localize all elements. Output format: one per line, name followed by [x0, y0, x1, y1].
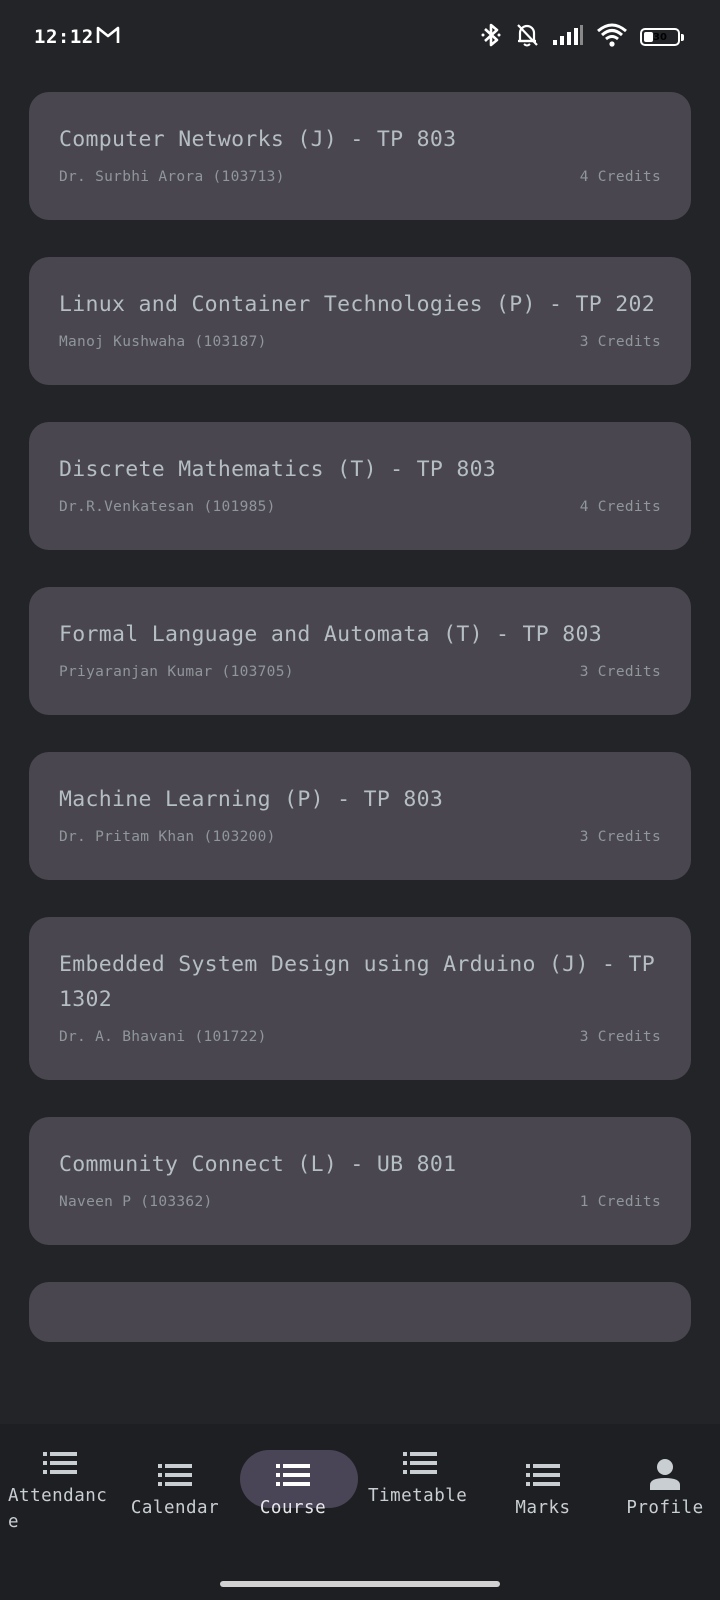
course-list[interactable]: Computer Networks (J) - TP 803 Dr. Surbh…	[29, 92, 691, 1394]
course-credits: 3 Credits	[579, 1029, 661, 1045]
course-title: Formal Language and Automata (T) - TP 80…	[59, 622, 603, 647]
list-icon	[403, 1452, 437, 1478]
course-credits: 3 Credits	[579, 664, 661, 680]
nav-item-marks[interactable]: Marks	[483, 1424, 603, 1564]
course-title: Linux and Container Technologies (P) - T…	[59, 292, 655, 317]
course-instructor: Dr. Pritam Khan (103200)	[59, 829, 276, 845]
course-instructor: Dr.R.Venkatesan (101985)	[59, 499, 276, 515]
course-card[interactable]: Embedded System Design using Arduino (J)…	[29, 917, 691, 1080]
nav-label-calendar: Calendar	[130, 1498, 220, 1518]
muted-bell-icon	[514, 22, 540, 52]
course-title: Computer Networks (J) - TP 803	[59, 127, 457, 152]
course-instructor: Manoj Kushwaha (103187)	[59, 334, 267, 350]
course-instructor: Dr. Surbhi Arora (103713)	[59, 169, 285, 185]
status-bar: 12:12 30	[0, 0, 720, 76]
course-credits: 4 Credits	[579, 499, 661, 515]
battery-icon: 30	[640, 28, 684, 46]
person-icon	[649, 1458, 681, 1494]
course-card[interactable]: Formal Language and Automata (T) - TP 80…	[29, 587, 691, 715]
nav-label-attendance: Attendance	[8, 1486, 108, 1532]
wifi-icon	[596, 22, 628, 52]
list-icon	[158, 1464, 192, 1490]
nav-label-marks: Marks	[515, 1498, 571, 1518]
course-credits: 3 Credits	[579, 829, 661, 845]
nav-item-timetable[interactable]: Timetable	[360, 1424, 480, 1564]
course-title: Machine Learning (P) - TP 803	[59, 787, 444, 812]
bluetooth-icon	[480, 22, 502, 52]
course-credits: 1 Credits	[579, 1194, 661, 1210]
home-indicator[interactable]	[220, 1581, 500, 1587]
course-credits: 3 Credits	[579, 334, 661, 350]
nav-label-profile: Profile	[626, 1498, 704, 1518]
course-card-partial[interactable]	[29, 1282, 691, 1342]
course-instructor: Priyaranjan Kumar (103705)	[59, 664, 294, 680]
nav-item-profile[interactable]: Profile	[605, 1424, 720, 1564]
list-icon	[276, 1464, 310, 1490]
bottom-navigation: Attendance Calendar Course Timetable Mar…	[0, 1424, 720, 1600]
course-screen: 12:12 30 Computer Networks (J) - TP 803 …	[0, 0, 720, 1600]
course-card[interactable]: Machine Learning (P) - TP 803 Dr. Pritam…	[29, 752, 691, 880]
battery-level	[644, 32, 654, 42]
nav-item-course[interactable]: Course	[233, 1424, 358, 1564]
course-credits: 4 Credits	[579, 169, 661, 185]
course-title: Embedded System Design using Arduino (J)…	[59, 952, 655, 1012]
list-icon	[43, 1452, 77, 1478]
nav-label-timetable: Timetable	[368, 1486, 468, 1506]
cell-signal-icon	[552, 24, 584, 50]
battery-percent: 30	[653, 31, 667, 43]
nav-item-calendar[interactable]: Calendar	[115, 1424, 235, 1564]
status-icons: 30	[480, 22, 684, 52]
gmail-icon	[96, 25, 120, 49]
course-title: Discrete Mathematics (T) - TP 803	[59, 457, 497, 482]
nav-item-attendance[interactable]: Attendance	[0, 1424, 120, 1564]
course-card[interactable]: Linux and Container Technologies (P) - T…	[29, 257, 691, 385]
course-title: Community Connect (L) - UB 801	[59, 1152, 457, 1177]
course-card[interactable]: Discrete Mathematics (T) - TP 803 Dr.R.V…	[29, 422, 691, 550]
course-card[interactable]: Community Connect (L) - UB 801 Naveen P …	[29, 1117, 691, 1245]
list-icon	[526, 1464, 560, 1490]
nav-label-course: Course	[259, 1498, 327, 1518]
status-time: 12:12	[34, 26, 94, 48]
course-instructor: Dr. A. Bhavani (101722)	[59, 1029, 267, 1045]
course-instructor: Naveen P (103362)	[59, 1194, 213, 1210]
course-card[interactable]: Computer Networks (J) - TP 803 Dr. Surbh…	[29, 92, 691, 220]
